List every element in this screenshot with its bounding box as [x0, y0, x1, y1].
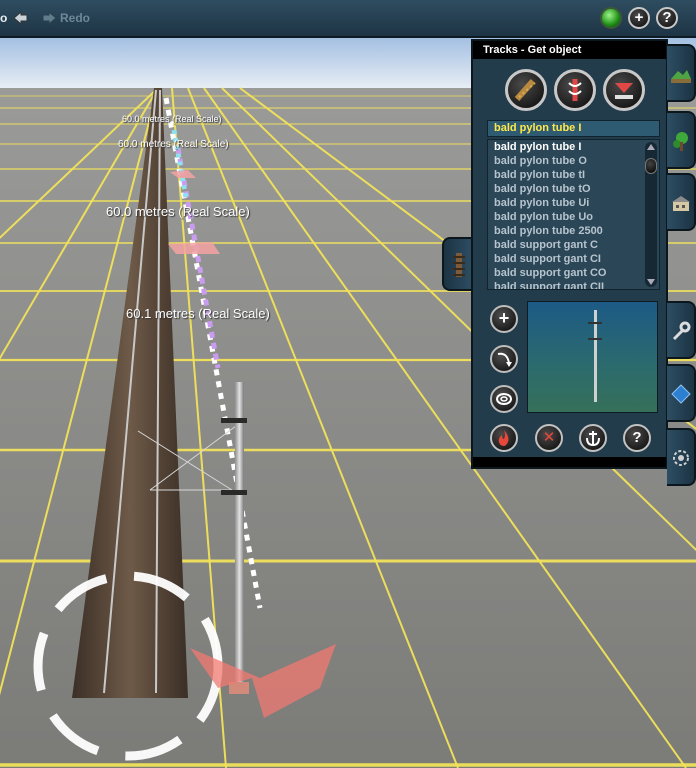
object-preview: [527, 301, 658, 413]
cancel-button[interactable]: ✕: [535, 424, 563, 452]
place-object-button[interactable]: +: [490, 305, 518, 333]
list-item[interactable]: bald pylon tube Uo: [488, 210, 659, 224]
building-icon: [672, 196, 690, 211]
object-list[interactable]: bald pylon tube Ibald pylon tube Obald p…: [487, 139, 660, 290]
layers-icon: [671, 384, 691, 404]
rotate-icon: [497, 352, 512, 367]
redo-label[interactable]: Redo: [60, 11, 90, 25]
list-scrollbar[interactable]: [645, 142, 657, 287]
top-toolbar: o Redo + ?: [0, 0, 696, 38]
loop-object-button[interactable]: [490, 385, 518, 413]
measurement-label: 60.1 metres (Real Scale): [126, 306, 270, 321]
panel-help-button[interactable]: ?: [623, 424, 651, 452]
delete-marker-icon: [615, 83, 633, 99]
wrench-icon: [672, 321, 691, 341]
spline-marker: [168, 242, 220, 254]
selected-object-field[interactable]: bald pylon tube I: [487, 120, 660, 137]
tab-terrain[interactable]: [667, 44, 696, 102]
list-item[interactable]: bald pylon tube I: [488, 140, 659, 154]
panel-collapse-tab[interactable]: [442, 237, 473, 291]
measurement-label: 60.0 metres (Real Scale): [122, 114, 222, 124]
measurement-label: 60.0 metres (Real Scale): [118, 139, 229, 150]
list-item[interactable]: bald support gant CII: [488, 280, 659, 289]
list-item[interactable]: bald pylon tube 2500: [488, 224, 659, 238]
anchor-icon: [586, 431, 600, 447]
mode-delete-button[interactable]: [603, 69, 645, 111]
list-item[interactable]: bald pylon tube tI: [488, 168, 659, 182]
flame-icon: [498, 430, 509, 446]
list-item[interactable]: bald support gant CI: [488, 252, 659, 266]
help-button[interactable]: ?: [656, 7, 678, 29]
list-item[interactable]: bald pylon tube Ui: [488, 196, 659, 210]
tracks-panel: Tracks - Get object bald pylon tube I ba…: [471, 39, 668, 469]
redo-arrow-icon[interactable]: [42, 10, 58, 26]
measurement-label: 60.0 metres (Real Scale): [106, 204, 250, 219]
undo-label[interactable]: o: [0, 11, 7, 25]
list-item[interactable]: bald support gant C: [488, 238, 659, 252]
scroll-up-icon[interactable]: [647, 144, 655, 150]
scroll-thumb[interactable]: [645, 158, 657, 174]
status-light-icon[interactable]: [600, 7, 622, 29]
anchor-button[interactable]: [579, 424, 607, 452]
tree-icon: [673, 132, 688, 151]
list-item[interactable]: bald pylon tube tO: [488, 182, 659, 196]
mode-spline-button[interactable]: [554, 69, 596, 111]
undo-arrow-icon[interactable]: [12, 10, 28, 26]
fire-button[interactable]: [490, 424, 518, 452]
list-item[interactable]: bald pylon tube O: [488, 154, 659, 168]
track-icon: [514, 79, 536, 101]
terrain-icon: [671, 70, 691, 83]
pylon-preview-image: [588, 310, 602, 402]
loop-icon: [496, 393, 512, 405]
gear-icon: [673, 450, 689, 466]
tab-layers[interactable]: [667, 364, 696, 422]
tab-buildings[interactable]: [667, 173, 696, 231]
panel-footer: [473, 457, 666, 467]
spline-icon: [568, 79, 582, 101]
rotate-object-button[interactable]: [490, 345, 518, 373]
track-icon: [453, 253, 465, 277]
mode-tracks-button[interactable]: [505, 69, 547, 111]
tab-trees[interactable]: [667, 111, 696, 169]
tab-tools[interactable]: [667, 301, 696, 359]
tab-settings[interactable]: [667, 428, 696, 486]
scroll-down-icon[interactable]: [647, 279, 655, 285]
add-button[interactable]: +: [628, 7, 650, 29]
panel-title: Tracks - Get object: [473, 41, 666, 59]
list-item[interactable]: bald support gant CO: [488, 266, 659, 280]
